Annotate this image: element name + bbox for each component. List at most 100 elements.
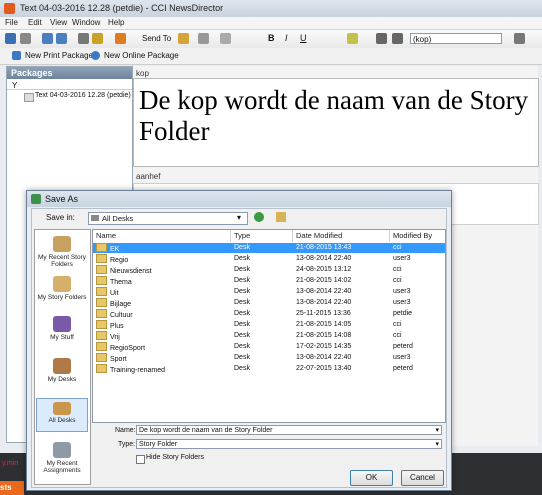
strip-tab[interactable]: sts (0, 481, 24, 495)
place-label: My Story Folders (37, 294, 87, 301)
print-icon[interactable] (20, 33, 31, 44)
new-online-package-button[interactable]: New Online Package (104, 51, 179, 60)
table-row[interactable]: Thema Desk 21-08-2015 14:02 cci (93, 276, 445, 286)
table-row[interactable]: EK Desk 21-08-2015 13:43 cci (93, 243, 445, 253)
place-my-story-folders[interactable]: My Story Folders (36, 276, 88, 301)
file-list[interactable]: Name Type Date Modified Modified By EK De… (92, 229, 446, 423)
numbered-list-icon[interactable] (392, 33, 403, 44)
lock-icon[interactable] (178, 33, 189, 44)
table-row[interactable]: Nieuwsdienst Desk 24-08-2015 13:12 cci (93, 265, 445, 275)
menu-file[interactable]: File (5, 18, 18, 27)
new-online-icon (91, 51, 100, 60)
column-header-modified-by[interactable]: Modified By (390, 230, 445, 242)
cut-icon[interactable] (78, 33, 89, 44)
file-name-text: Bijlage (110, 301, 132, 308)
file-modified-by: peterd (393, 365, 413, 372)
column-header-name[interactable]: Name (93, 230, 231, 242)
file-name-text: Uit (110, 290, 119, 297)
file-date: 21-08-2015 13:43 (296, 244, 352, 251)
desk-icon (91, 215, 99, 221)
cone-icon[interactable] (115, 33, 126, 44)
menu-view[interactable]: View (50, 18, 67, 27)
file-name-text: Plus (110, 323, 124, 330)
table-row[interactable]: Sport Desk 13-08-2014 22:40 user3 (93, 353, 445, 363)
file-date: 21-08-2015 14:02 (296, 277, 352, 284)
file-date: 13-08-2014 22:40 (296, 299, 352, 306)
save-in-select[interactable]: All Desks ▾ (88, 212, 248, 225)
table-row[interactable]: Regio Desk 13-08-2014 22:40 user3 (93, 254, 445, 264)
file-modified-by: user3 (393, 299, 411, 306)
file-type: Desk (234, 343, 250, 350)
package-item[interactable]: Text 04-03-2016 12.28 (petdie) (35, 92, 131, 99)
save-icon[interactable] (5, 33, 16, 44)
file-type: Desk (234, 321, 250, 328)
place-all-desks[interactable]: All Desks (36, 398, 88, 432)
stuff-icon (53, 316, 71, 332)
place-my-desks[interactable]: My Desks (36, 358, 88, 383)
file-modified-by: petdie (393, 310, 413, 317)
underline-button[interactable]: U (300, 33, 307, 43)
place-my-stuff[interactable]: My Stuff (36, 316, 88, 341)
file-name-text: Training-renamed (110, 367, 165, 374)
menu-edit[interactable]: Edit (28, 18, 42, 27)
packages-title: Packages (11, 68, 53, 78)
headline-field[interactable]: De kop wordt de naam van de Story Folder (133, 78, 539, 167)
folder-icon (96, 364, 107, 373)
file-modified-by: user3 (393, 255, 411, 262)
file-type: Desk (234, 365, 250, 372)
file-date: 25-11-2015 13:36 (296, 310, 351, 317)
name-field[interactable]: De kop wordt de naam van de Story Folder… (136, 425, 442, 435)
place-label: My Desks (47, 376, 77, 383)
chevron-down-icon: ▾ (237, 213, 242, 222)
table-row[interactable]: Plus Desk 21-08-2015 14:05 cci (93, 320, 445, 330)
table-row[interactable]: RegioSport Desk 17-02-2015 14:35 peterd (93, 342, 445, 352)
type-label: Type: (118, 441, 136, 448)
table-row[interactable]: Uit Desk 13-08-2014 22:40 user3 (93, 287, 445, 297)
recent-folder-icon (53, 236, 71, 252)
table-row[interactable]: Vrij Desk 21-08-2015 14:08 cci (93, 331, 445, 341)
copy-icon[interactable] (92, 33, 103, 44)
hide-story-folders-checkbox[interactable] (136, 455, 145, 464)
new-print-package-button[interactable]: New Print Package (25, 51, 93, 60)
list-icon[interactable] (376, 33, 387, 44)
file-name-text: Sport (110, 356, 127, 363)
file-type: Desk (234, 332, 250, 339)
title-bar: Text 04-03-2016 12.28 (petdie) - CCI New… (0, 0, 542, 18)
bold-button[interactable]: B (268, 33, 275, 43)
file-type: Desk (234, 299, 250, 306)
column-header-type[interactable]: Type (231, 230, 293, 242)
place-my-recent-story-folders[interactable]: My Recent Story Folders (36, 236, 88, 268)
place-label: All Desks (48, 417, 76, 424)
place-label: My Stuff (50, 334, 74, 341)
back-icon[interactable] (254, 212, 264, 222)
file-name-text: EK (110, 246, 120, 253)
type-select[interactable]: Story Folder ▾ (136, 439, 442, 449)
hide-story-folders-label: Hide Story Folders (146, 454, 204, 461)
attach-icon[interactable] (220, 33, 231, 44)
menu-help[interactable]: Help (108, 18, 124, 27)
redo-icon[interactable] (56, 33, 67, 44)
undo-icon[interactable] (42, 33, 53, 44)
style-select[interactable]: (kop) (410, 33, 502, 44)
grid-icon[interactable] (198, 33, 209, 44)
send-to-button[interactable]: Send To (142, 34, 171, 43)
column-header-date[interactable]: Date Modified (293, 230, 390, 242)
headline-text[interactable]: De kop wordt de naam van de Story Folder (139, 85, 534, 147)
cancel-button[interactable]: Cancel (401, 470, 444, 486)
file-modified-by: cci (393, 266, 402, 273)
settings-icon[interactable] (514, 33, 525, 44)
place-label: My Recent Assignments (43, 460, 81, 474)
file-date: 17-02-2015 14:35 (296, 343, 352, 350)
package-toolbar: New Print Package New Online Package (0, 48, 542, 65)
up-folder-icon[interactable] (276, 212, 286, 222)
place-my-recent-assignments[interactable]: My Recent Assignments (36, 442, 88, 474)
assignments-icon (53, 442, 71, 458)
table-row[interactable]: Training-renamed Desk 22-07-2015 13:40 pete… (93, 364, 445, 374)
italic-button[interactable]: I (285, 33, 288, 43)
ok-button[interactable]: OK (350, 470, 393, 486)
table-row[interactable]: Cultuur Desk 25-11-2015 13:36 petdie (93, 309, 445, 319)
table-row[interactable]: Bijlage Desk 13-08-2014 22:40 user3 (93, 298, 445, 308)
menu-window[interactable]: Window (72, 18, 100, 27)
strip-text: y.min (2, 460, 19, 467)
highlight-icon[interactable] (347, 33, 358, 44)
